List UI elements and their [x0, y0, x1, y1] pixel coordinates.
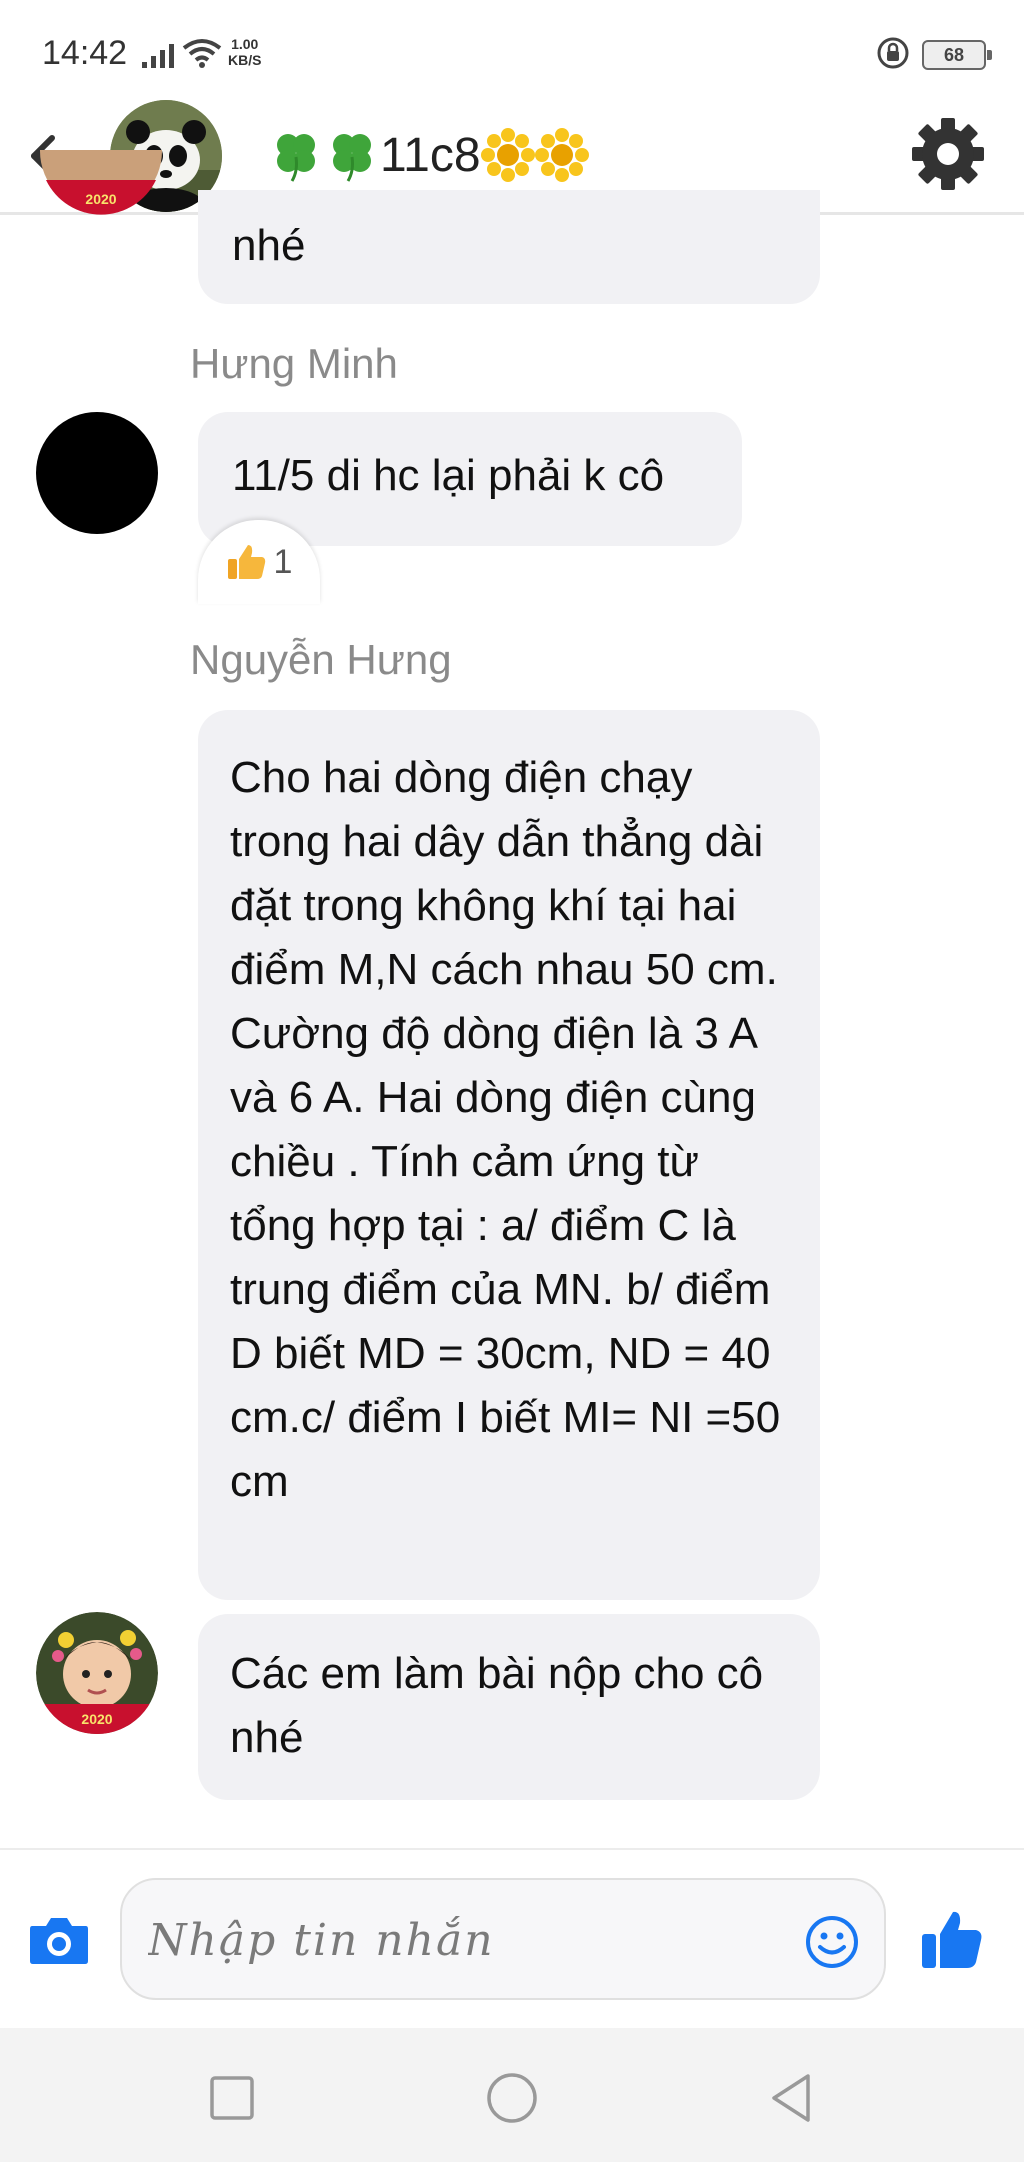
network-speed-value: 1.00 [231, 36, 259, 52]
sender-name: Nguyễn Hưng [190, 636, 452, 683]
avatar-image: 2020 [36, 1612, 158, 1734]
four-leaf-clover-icon [277, 134, 315, 182]
status-bar: 14:42 1.00 KB/S 68 [0, 0, 1024, 100]
group-title[interactable]: 11c8 [268, 120, 589, 190]
battery-indicator: 68 [922, 40, 992, 70]
emoji-icon[interactable] [804, 1914, 860, 1970]
network-speed: 1.00 KB/S [228, 36, 261, 68]
recent-apps-icon[interactable] [204, 2070, 260, 2126]
sender-avatar[interactable]: 2020 [40, 150, 162, 240]
four-leaf-clover-icon [333, 134, 371, 182]
message-bubble[interactable]: nhé [198, 190, 820, 304]
message-text: 11/5 di hc lại phải k cô [232, 451, 665, 500]
sunflower-icon [480, 128, 535, 182]
message-input-container[interactable] [120, 1878, 886, 2000]
message-text: Cho hai dòng điện chạy trong hai dây dẫn… [230, 753, 781, 1506]
signal-icon [142, 44, 174, 68]
group-title-text: 11c8 [380, 128, 481, 182]
message-text: Các em làm bài nộp cho cô nhé [230, 1649, 764, 1762]
sender-avatar[interactable] [36, 412, 158, 534]
sender-name: Hưng Minh [190, 340, 398, 387]
avatar-badge-text: 2020 [81, 1711, 112, 1727]
wifi-icon [182, 39, 222, 68]
network-speed-unit: KB/S [228, 52, 262, 68]
back-icon[interactable] [764, 2070, 820, 2126]
message-bubble[interactable]: Cho hai dòng điện chạy trong hai dây dẫn… [198, 710, 820, 1600]
system-navigation-bar [0, 2028, 1024, 2162]
message-bubble[interactable]: Các em làm bài nộp cho cô nhé [198, 1614, 820, 1800]
camera-icon[interactable] [28, 1914, 90, 1966]
message-input[interactable] [146, 1904, 790, 1976]
reaction-count: 1 [273, 542, 293, 581]
gear-icon[interactable] [908, 114, 988, 194]
rotation-lock-icon [877, 37, 909, 69]
sender-avatar[interactable]: 2020 [36, 1612, 158, 1734]
thumbs-up-send-icon[interactable] [920, 1908, 984, 1972]
thumbs-up-reaction-icon [227, 545, 265, 579]
message-text: nhé [232, 221, 306, 270]
avatar-image: 2020 [40, 150, 162, 215]
avatar-badge-text: 2020 [85, 191, 116, 207]
status-time: 14:42 [42, 34, 128, 72]
sunflower-icon [534, 128, 589, 182]
message-composer [0, 1848, 1024, 2030]
home-icon[interactable] [484, 2070, 540, 2126]
